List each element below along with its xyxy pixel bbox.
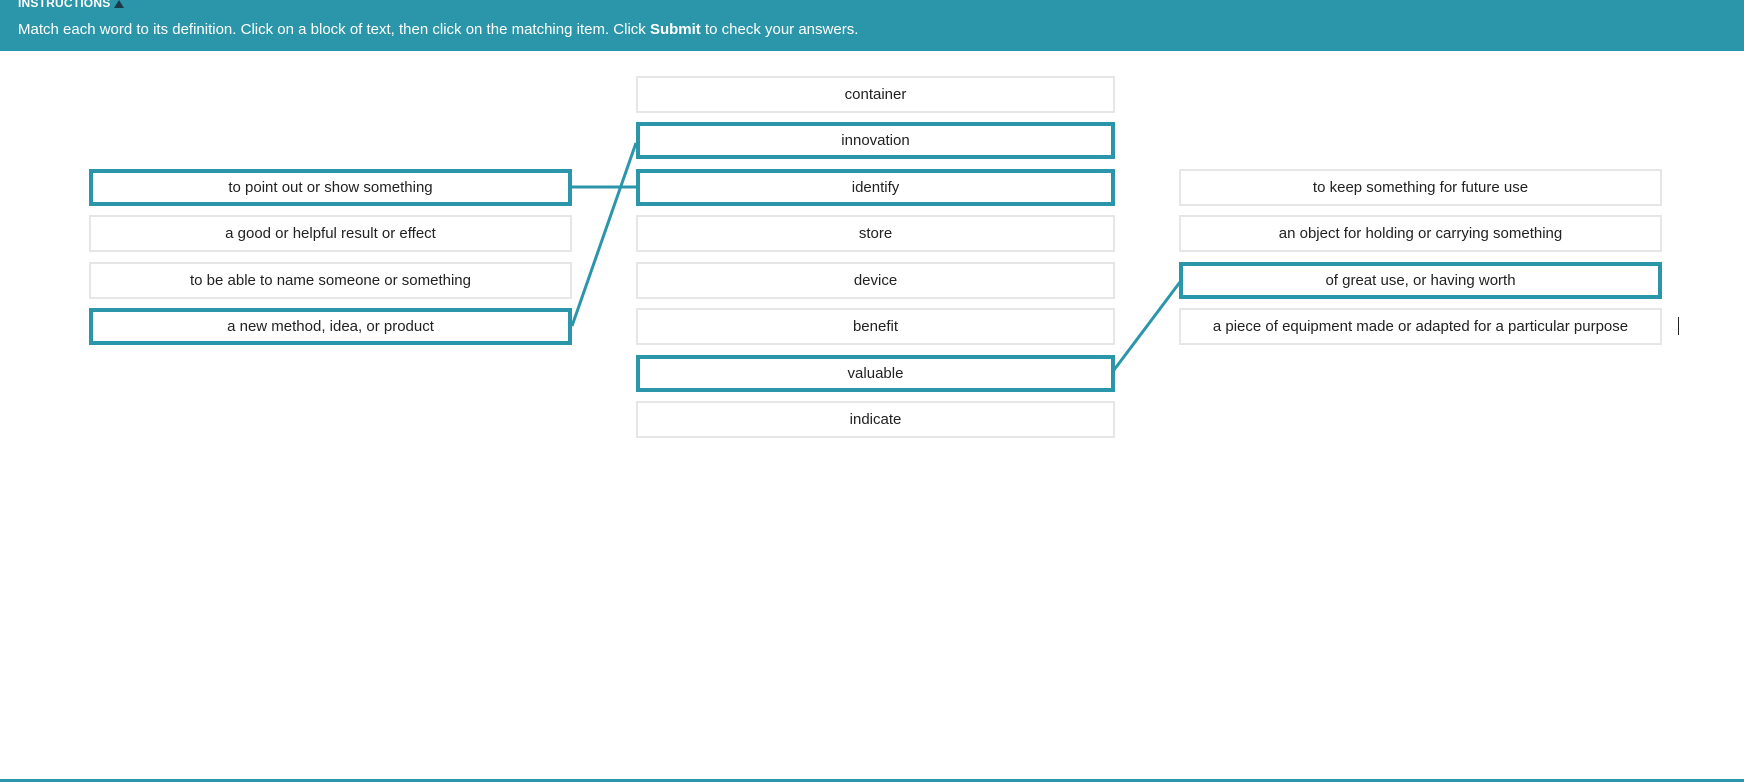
word-item[interactable]: benefit [636, 308, 1115, 345]
word-text: container [844, 86, 907, 103]
definition-text: to point out or show something [228, 179, 433, 196]
triangle-up-icon[interactable] [114, 0, 125, 8]
definition-text: a good or helpful result or effect [225, 225, 436, 242]
word-item[interactable]: valuable [636, 355, 1115, 392]
word-item[interactable]: store [636, 215, 1115, 252]
text-cursor [1678, 317, 1679, 335]
left-definition-item[interactable]: to point out or show something [89, 169, 572, 206]
word-text: benefit [852, 318, 899, 335]
definition-text: a piece of equipment made or adapted for… [1212, 318, 1629, 335]
word-text: identify [851, 179, 900, 196]
definition-text: to keep something for future use [1312, 179, 1529, 196]
instructions-title: INSTRUCTIONS [18, 0, 111, 10]
instruction-text-part: Match each word to its definition. Click… [18, 21, 650, 38]
right-definition-item[interactable]: of great use, or having worth [1179, 262, 1662, 299]
instructions-text: Match each word to its definition. Click… [18, 21, 858, 38]
instructions-panel: INSTRUCTIONS Match each word to its defi… [0, 0, 1744, 51]
right-definition-item[interactable]: to keep something for future use [1179, 169, 1662, 206]
definition-text: to be able to name someone or something [189, 272, 471, 289]
instruction-text-part: to check your answers. [700, 21, 859, 38]
word-item[interactable]: identify [636, 169, 1115, 206]
word-item[interactable]: innovation [636, 122, 1115, 159]
left-definition-item[interactable]: a good or helpful result or effect [89, 215, 572, 252]
right-definition-item[interactable]: a piece of equipment made or adapted for… [1179, 308, 1662, 345]
definition-text: of great use, or having worth [1325, 272, 1516, 289]
right-definition-item[interactable]: an object for holding or carrying someth… [1179, 215, 1662, 252]
word-text: device [853, 272, 898, 289]
instruction-submit-emphasis: Submit [649, 21, 701, 38]
definition-text: a new method, idea, or product [227, 318, 434, 335]
word-text: innovation [841, 132, 910, 149]
connector-valuable [1112, 281, 1182, 371]
word-text: valuable [847, 365, 904, 382]
word-item[interactable]: indicate [636, 401, 1115, 438]
instructions-toggle[interactable]: INSTRUCTIONS [18, 0, 125, 10]
left-definition-item[interactable]: a new method, idea, or product [89, 308, 572, 345]
word-text: indicate [849, 411, 902, 428]
word-item[interactable]: container [636, 76, 1115, 113]
connector-innovation [570, 142, 638, 327]
left-definition-item[interactable]: to be able to name someone or something [89, 262, 572, 299]
word-text: store [858, 225, 893, 242]
definition-text: an object for holding or carrying someth… [1278, 225, 1563, 242]
word-item[interactable]: device [636, 262, 1115, 299]
